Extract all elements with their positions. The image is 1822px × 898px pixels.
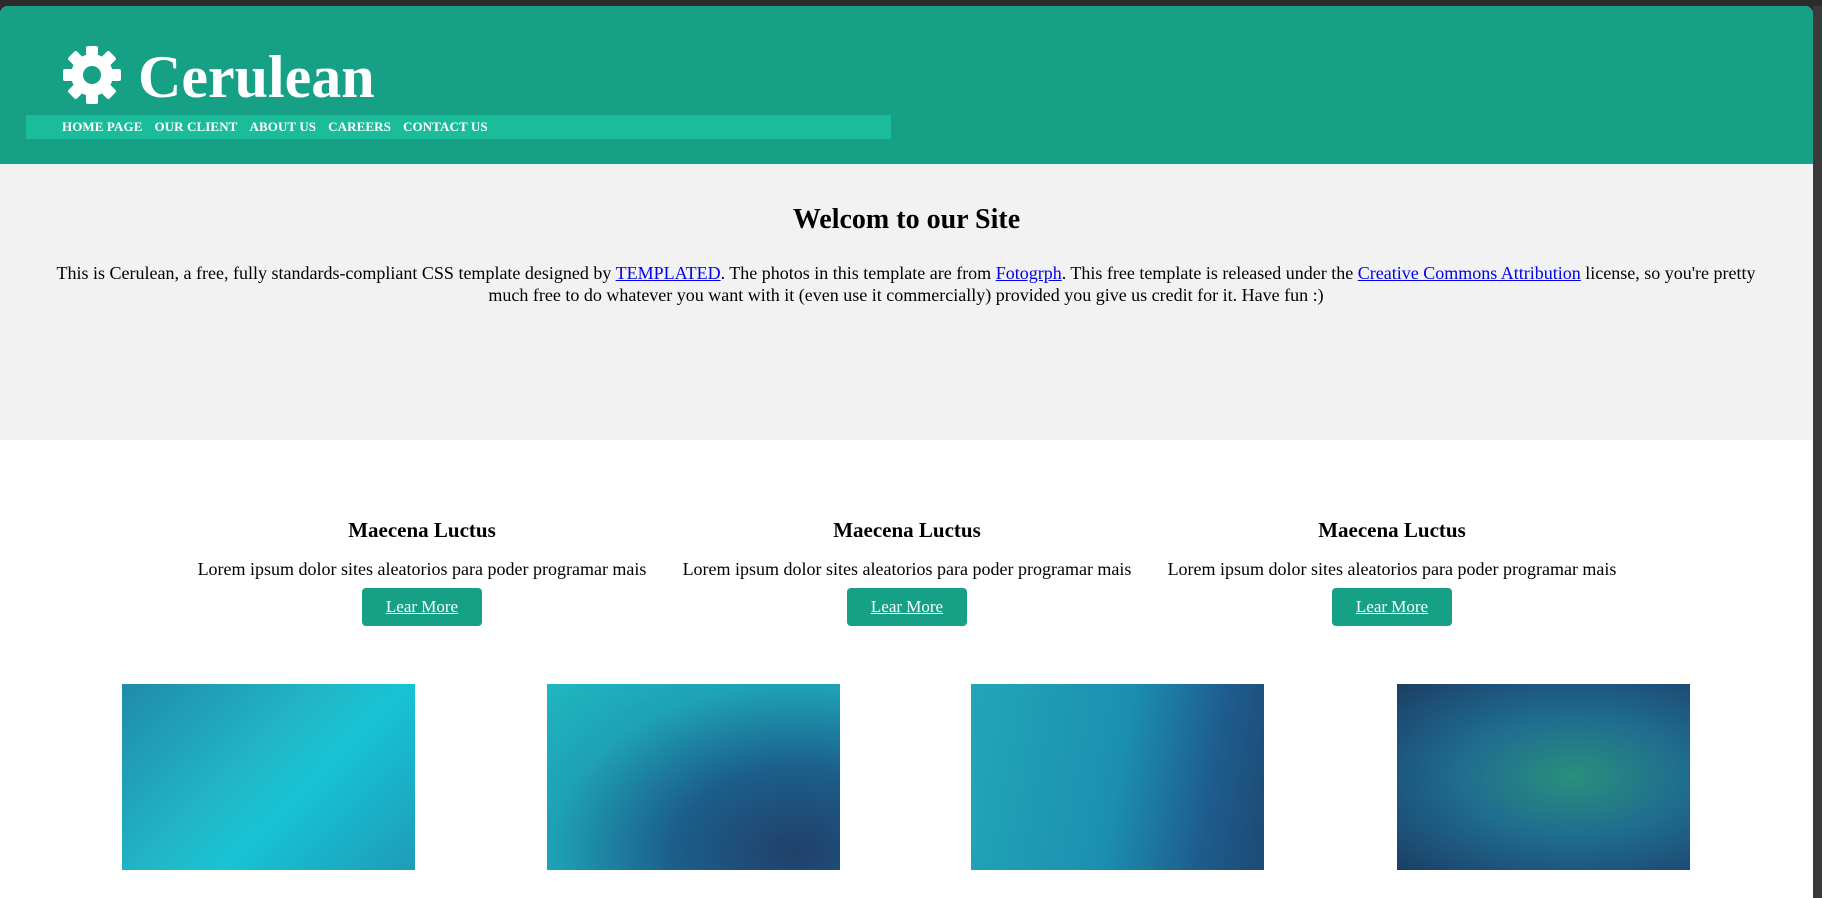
gallery-image[interactable]: [547, 684, 840, 870]
feature-card: Maecena Luctus Lorem ipsum dolor sites a…: [665, 518, 1149, 626]
site-logo[interactable]: Cerulean: [60, 42, 375, 112]
vertical-scrollbar[interactable]: [1813, 6, 1822, 898]
learn-more-button[interactable]: Lear More: [361, 588, 483, 626]
feature-text: Lorem ipsum dolor sites aleatorios para …: [1167, 559, 1617, 579]
welcome-text-part-3: . This free template is released under t…: [1061, 263, 1358, 283]
browser-page: Cerulean HOME PAGE OUR CLIENT ABOUT US C…: [0, 6, 1813, 898]
nav-careers[interactable]: CAREERS: [328, 119, 391, 135]
logo-text: Cerulean: [138, 44, 375, 110]
creative-commons-link[interactable]: Creative Commons Attribution: [1358, 263, 1581, 283]
feature-card: Maecena Luctus Lorem ipsum dolor sites a…: [180, 518, 664, 626]
gallery-image[interactable]: [971, 684, 1264, 870]
feature-text: Lorem ipsum dolor sites aleatorios para …: [197, 559, 647, 579]
nav-our-client[interactable]: OUR CLIENT: [154, 119, 237, 135]
nav-contact-us[interactable]: CONTACT US: [403, 119, 488, 135]
feature-title: Maecena Luctus: [348, 518, 496, 542]
learn-more-button[interactable]: Lear More: [1331, 588, 1453, 626]
feature-title: Maecena Luctus: [833, 518, 981, 542]
feature-text: Lorem ipsum dolor sites aleatorios para …: [682, 559, 1132, 579]
welcome-title: Welcom to our Site: [792, 204, 1021, 235]
nav-home-page[interactable]: HOME PAGE: [62, 119, 142, 135]
fotogrph-link[interactable]: Fotogrph: [996, 263, 1062, 283]
welcome-text-part-1: This is Cerulean, a free, fully standard…: [56, 263, 616, 283]
welcome-section: Welcom to our Site This is Cerulean, a f…: [0, 164, 1813, 440]
gallery-image[interactable]: [1397, 684, 1690, 870]
site-header: Cerulean HOME PAGE OUR CLIENT ABOUT US C…: [0, 6, 1813, 164]
gear-icon: [60, 43, 124, 112]
gallery-image[interactable]: [122, 684, 415, 870]
nav-about-us[interactable]: ABOUT US: [249, 119, 316, 135]
welcome-text: This is Cerulean, a free, fully standard…: [56, 262, 1756, 306]
welcome-text-part-2: . The photos in this template are from: [720, 263, 996, 283]
feature-title: Maecena Luctus: [1318, 518, 1466, 542]
main-nav: HOME PAGE OUR CLIENT ABOUT US CAREERS CO…: [26, 115, 891, 139]
feature-card: Maecena Luctus Lorem ipsum dolor sites a…: [1150, 518, 1634, 626]
templated-link[interactable]: TEMPLATED: [616, 263, 721, 283]
learn-more-button[interactable]: Lear More: [846, 588, 968, 626]
